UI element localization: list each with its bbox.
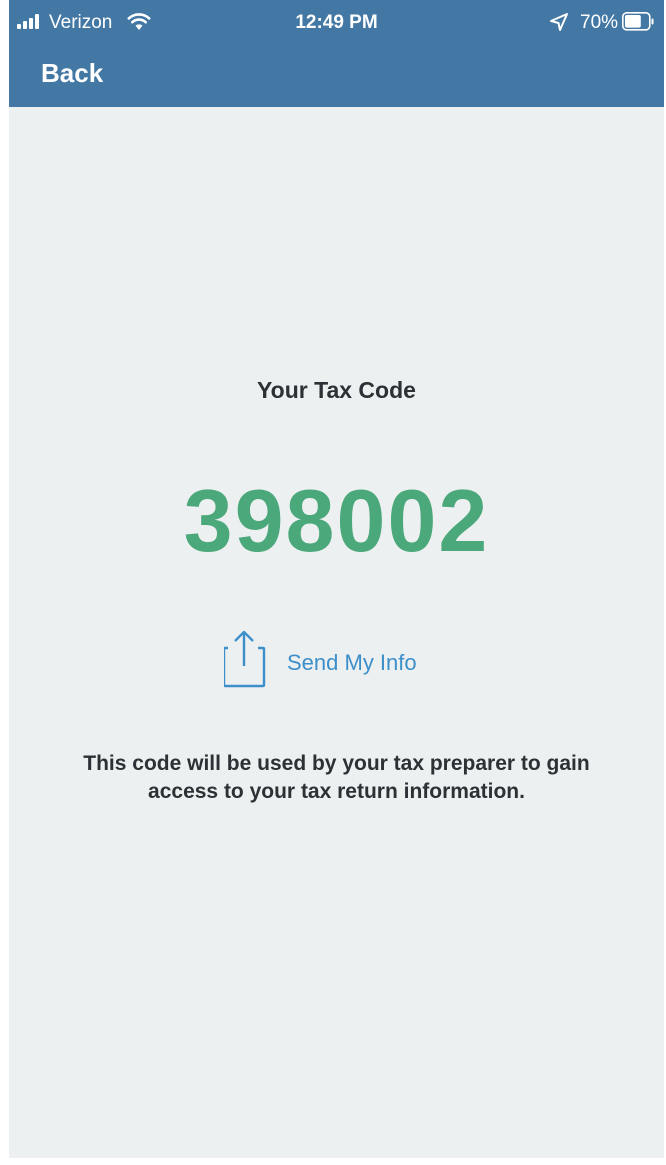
location-arrow-icon	[550, 13, 568, 31]
code-description: This code will be used by your tax prepa…	[83, 752, 590, 803]
share-icon	[224, 630, 266, 688]
page-title: Your Tax Code	[257, 377, 416, 403]
back-button[interactable]: Back	[41, 58, 103, 89]
screen: Verizon 12:49 PM 70% Back Your Tax Code …	[9, 0, 664, 1158]
battery-percentage: 70%	[580, 12, 619, 33]
navigation-bar: Back	[9, 44, 664, 107]
status-bar: Verizon 12:49 PM 70%	[9, 0, 664, 44]
send-my-info-label: Send My Info	[287, 650, 417, 675]
tax-code: 398002	[183, 471, 490, 570]
top-bar: Verizon 12:49 PM 70% Back	[9, 0, 664, 107]
battery-icon	[622, 12, 654, 31]
